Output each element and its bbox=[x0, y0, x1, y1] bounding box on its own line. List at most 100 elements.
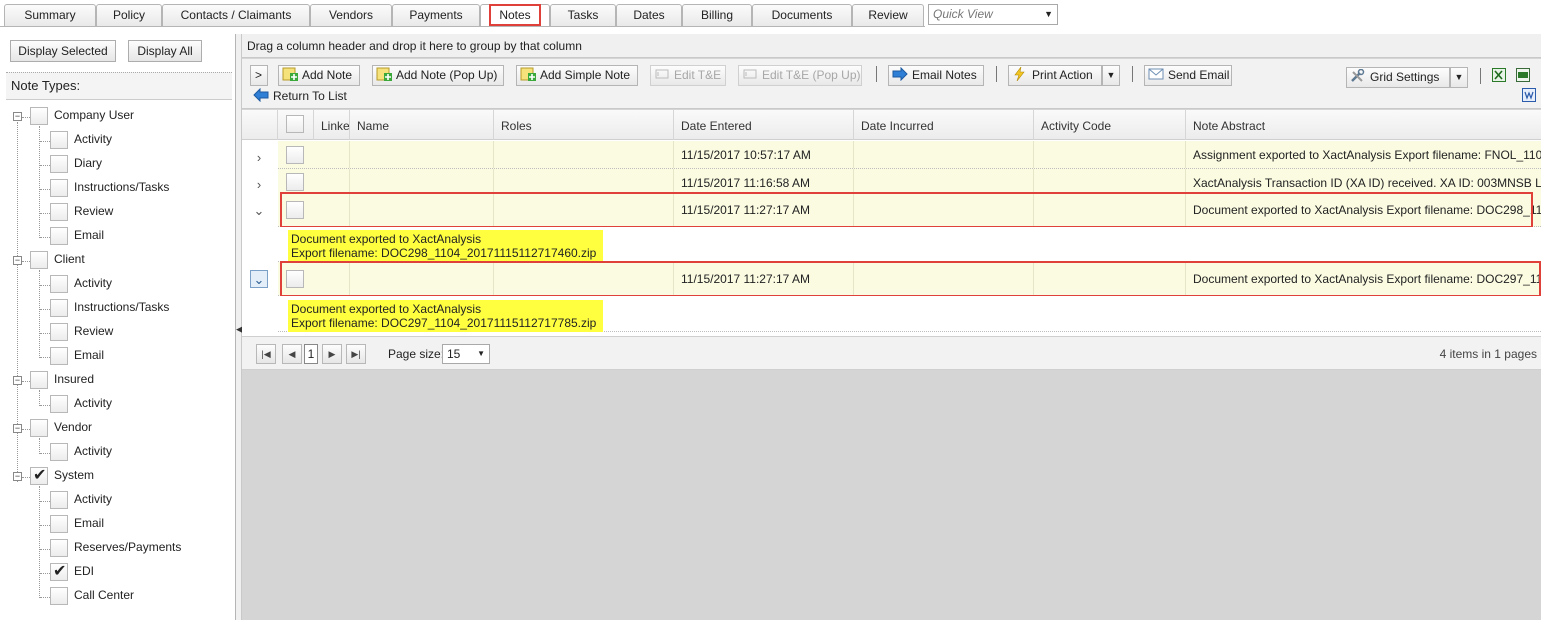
display-selected-button[interactable]: Display Selected bbox=[10, 40, 116, 62]
display-all-button[interactable]: Display All bbox=[128, 40, 202, 62]
tab-policy[interactable]: Policy bbox=[96, 4, 162, 26]
header-select-col[interactable] bbox=[278, 110, 314, 140]
tree-item[interactable]: Email bbox=[50, 226, 220, 248]
tree-item-checkbox[interactable] bbox=[50, 155, 68, 173]
tree-item-checkbox[interactable]: ✔ bbox=[30, 467, 48, 485]
tree-item[interactable]: Email bbox=[50, 514, 220, 536]
export-csv-icon[interactable] bbox=[1516, 68, 1530, 82]
tree-collapse-icon[interactable]: − bbox=[13, 112, 22, 121]
tree-item-checkbox[interactable] bbox=[50, 179, 68, 197]
tab-notes[interactable]: Notes bbox=[480, 4, 550, 26]
page-size-select[interactable]: 15 ▼ bbox=[442, 344, 490, 364]
row-checkbox[interactable] bbox=[286, 270, 304, 288]
tree-item-checkbox[interactable] bbox=[50, 275, 68, 293]
tree-item-checkbox[interactable] bbox=[50, 443, 68, 461]
edit-te-popup-button[interactable]: Edit T&E (Pop Up) bbox=[738, 65, 862, 86]
tab-vendors[interactable]: Vendors bbox=[310, 4, 392, 26]
next-page-icon[interactable]: ▶ bbox=[322, 344, 342, 364]
tree-item-checkbox[interactable] bbox=[50, 299, 68, 317]
grid-settings-dropdown[interactable]: ▼ bbox=[1450, 67, 1468, 88]
tree-item[interactable]: Reserves/Payments bbox=[50, 538, 220, 560]
tree-item[interactable]: Review bbox=[50, 322, 220, 344]
tree-item[interactable]: Vendor bbox=[30, 418, 220, 440]
tab-documents[interactable]: Documents bbox=[752, 4, 852, 26]
tree-item[interactable]: Insured bbox=[30, 370, 220, 392]
email-notes-button[interactable]: Email Notes bbox=[888, 65, 984, 86]
current-page[interactable]: 1 bbox=[304, 344, 318, 364]
tree-item-checkbox[interactable] bbox=[50, 587, 68, 605]
tree-item-checkbox[interactable] bbox=[50, 395, 68, 413]
tree-item[interactable]: Instructions/Tasks bbox=[50, 178, 220, 200]
group-by-drop-area[interactable]: Drag a column header and drop it here to… bbox=[242, 34, 1541, 58]
tree-item-checkbox[interactable] bbox=[50, 347, 68, 365]
return-to-list-button[interactable]: Return To List bbox=[250, 87, 352, 108]
table-row[interactable]: 11/15/2017 10:57:17 AM Assignment export… bbox=[278, 141, 1541, 169]
header-note-abstract[interactable]: Note Abstract bbox=[1186, 110, 1541, 140]
tree-collapse-icon[interactable]: − bbox=[13, 424, 22, 433]
tree-item-checkbox[interactable] bbox=[50, 539, 68, 557]
first-page-icon[interactable]: |◀ bbox=[256, 344, 276, 364]
tree-item[interactable]: Client bbox=[30, 250, 220, 272]
prev-page-icon[interactable]: ◀ bbox=[282, 344, 302, 364]
tree-item-checkbox[interactable] bbox=[50, 227, 68, 245]
row-checkbox[interactable] bbox=[286, 146, 304, 164]
tree-item[interactable]: Activity bbox=[50, 274, 220, 296]
tree-item-checkbox[interactable] bbox=[30, 371, 48, 389]
tree-collapse-icon[interactable]: − bbox=[13, 472, 22, 481]
tree-item[interactable]: Company User bbox=[30, 106, 220, 128]
add-note-button[interactable]: Add Note bbox=[278, 65, 360, 86]
tab-billing[interactable]: Billing bbox=[682, 4, 752, 26]
header-date-entered[interactable]: Date Entered bbox=[674, 110, 854, 140]
add-note-popup-button[interactable]: Add Note (Pop Up) bbox=[372, 65, 504, 86]
export-word-icon[interactable] bbox=[1522, 88, 1536, 102]
tree-item[interactable]: Activity bbox=[50, 130, 220, 152]
print-action-dropdown[interactable]: ▼ bbox=[1102, 65, 1120, 86]
tree-item[interactable]: Call Center bbox=[50, 586, 220, 608]
tab-dates[interactable]: Dates bbox=[616, 4, 682, 26]
tree-item-checkbox[interactable] bbox=[50, 203, 68, 221]
tree-item[interactable]: Diary bbox=[50, 154, 220, 176]
add-simple-note-button[interactable]: Add Simple Note bbox=[516, 65, 638, 86]
tree-item-checkbox[interactable] bbox=[30, 419, 48, 437]
row-expand-chevron-icon[interactable]: › bbox=[250, 176, 268, 194]
header-activity-code[interactable]: Activity Code bbox=[1034, 110, 1186, 140]
table-row[interactable]: 11/15/2017 11:16:58 AM XactAnalysis Tran… bbox=[278, 169, 1541, 193]
select-all-checkbox[interactable] bbox=[286, 115, 304, 133]
header-roles[interactable]: Roles bbox=[494, 110, 674, 140]
tree-item-checkbox[interactable] bbox=[50, 131, 68, 149]
tree-item-checkbox[interactable] bbox=[50, 491, 68, 509]
tree-item[interactable]: Instructions/Tasks bbox=[50, 298, 220, 320]
grid-settings-button[interactable]: Grid Settings bbox=[1346, 67, 1450, 88]
tree-item[interactable]: ✔ System bbox=[30, 466, 220, 488]
header-name[interactable]: Name bbox=[350, 110, 494, 140]
row-expand-chevron-icon[interactable]: › bbox=[250, 149, 268, 167]
tree-item[interactable]: Activity bbox=[50, 490, 220, 512]
row-checkbox[interactable] bbox=[286, 173, 304, 191]
tab-contacts-claimants[interactable]: Contacts / Claimants bbox=[162, 4, 310, 26]
print-action-button[interactable]: Print Action bbox=[1008, 65, 1102, 86]
tree-item[interactable]: ✔ EDI bbox=[50, 562, 220, 584]
tree-item-checkbox[interactable] bbox=[30, 107, 48, 125]
row-checkbox[interactable] bbox=[286, 201, 304, 219]
tree-collapse-icon[interactable]: − bbox=[13, 376, 22, 385]
quick-view-select[interactable]: Quick View ▼ bbox=[928, 4, 1058, 25]
tab-payments[interactable]: Payments bbox=[392, 4, 480, 26]
send-email-button[interactable]: Send Email bbox=[1144, 65, 1232, 86]
last-page-icon[interactable]: ▶| bbox=[346, 344, 366, 364]
expand-toolbar-button[interactable]: > bbox=[250, 65, 268, 86]
table-row[interactable]: 11/15/2017 11:27:17 AM Document exported… bbox=[278, 193, 1541, 227]
tree-item[interactable]: Activity bbox=[50, 442, 220, 464]
tree-item[interactable]: Review bbox=[50, 202, 220, 224]
edit-te-button[interactable]: Edit T&E bbox=[650, 65, 726, 86]
tree-item-checkbox[interactable]: ✔ bbox=[50, 563, 68, 581]
export-excel-icon[interactable] bbox=[1492, 68, 1506, 82]
tree-item-checkbox[interactable] bbox=[50, 323, 68, 341]
header-date-incurred[interactable]: Date Incurred bbox=[854, 110, 1034, 140]
tab-tasks[interactable]: Tasks bbox=[550, 4, 616, 26]
tree-collapse-icon[interactable]: − bbox=[13, 256, 22, 265]
header-linked[interactable]: Linke bbox=[314, 110, 350, 140]
tab-summary[interactable]: Summary bbox=[4, 4, 96, 26]
tree-item[interactable]: Email bbox=[50, 346, 220, 368]
tab-review[interactable]: Review bbox=[852, 4, 924, 26]
tree-item[interactable]: Activity bbox=[50, 394, 220, 416]
